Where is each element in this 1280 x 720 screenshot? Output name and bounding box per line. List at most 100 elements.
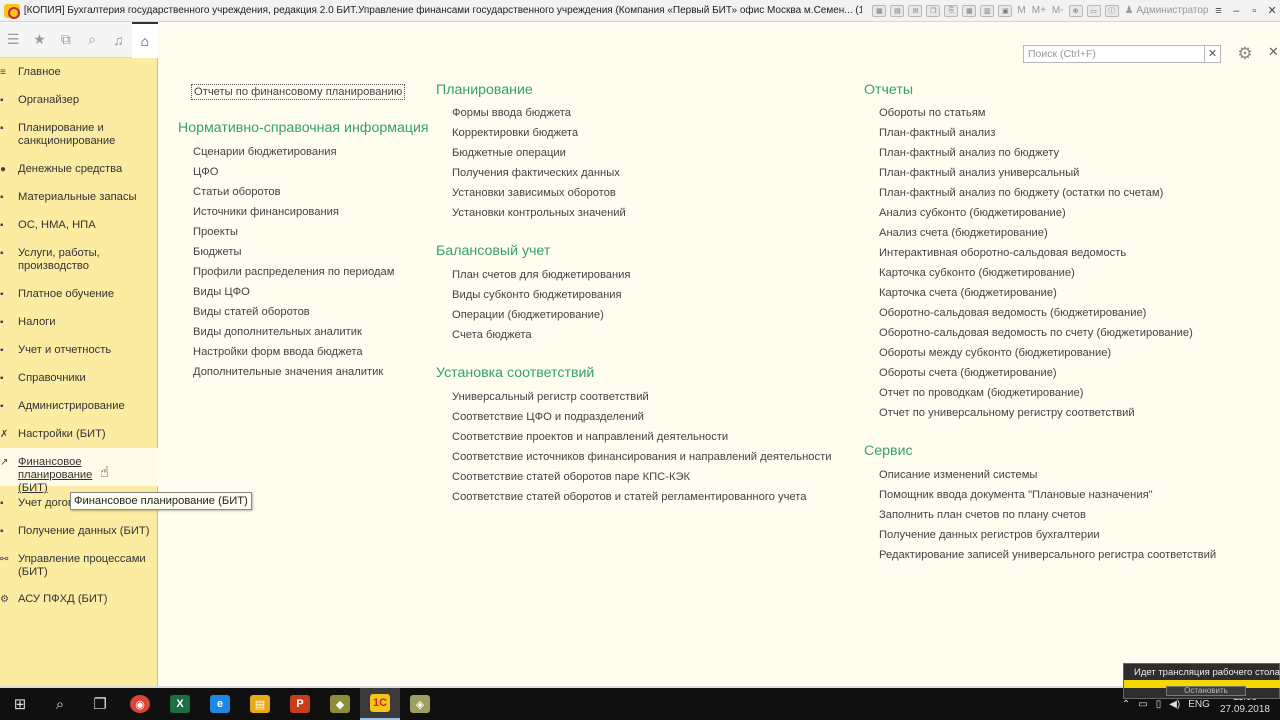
sidebar-item-data-retrieval[interactable]: ▪ Получение данных (БИТ) [0, 525, 157, 538]
service-link[interactable]: Помощник ввода документа "Плановые назна… [879, 489, 1153, 501]
report-link[interactable]: План-фактный анализ по бюджету (остатки … [879, 187, 1163, 199]
mapping-link[interactable]: Соответствие проектов и направлений деят… [452, 431, 728, 443]
app-1c-icon[interactable]: 1С [360, 688, 400, 720]
battery-icon[interactable]: ▯ [1156, 699, 1162, 710]
copy-icon[interactable]: ❐ [926, 4, 941, 17]
service-link[interactable]: Заполнить план счетов по плану счетов [879, 509, 1086, 521]
service-link[interactable]: Редактирование записей универсального ре… [879, 549, 1216, 561]
service-link[interactable]: Описание изменений системы [879, 469, 1037, 481]
app-1c-config-icon[interactable]: ◆ [320, 688, 360, 720]
balance-link[interactable]: Операции (бюджетирование) [452, 309, 604, 321]
menu-icon[interactable]: ≡ [1210, 4, 1226, 18]
sections-menu-icon[interactable]: ☰ [0, 22, 26, 58]
planning-link[interactable]: Получения фактических данных [452, 167, 620, 179]
nsi-link[interactable]: Настройки форм ввода бюджета [193, 346, 363, 358]
nsi-link[interactable]: Бюджеты [193, 246, 242, 258]
report-link[interactable]: Обороты по статьям [879, 107, 985, 119]
sidebar-item-financial-planning[interactable]: ↗ Финансовое планирование (БИТ) [0, 448, 158, 494]
sidebar-item-administration[interactable]: ▪ Администрирование [0, 400, 157, 413]
mapping-link[interactable]: Соответствие ЦФО и подразделений [452, 411, 644, 423]
search-taskbar-icon[interactable]: ⌕ [40, 688, 80, 720]
report-link[interactable]: Оборотно-сальдовая ведомость по счету (б… [879, 327, 1193, 339]
planning-link[interactable]: Установки контрольных значений [452, 207, 626, 219]
sidebar-item-materials[interactable]: ▪ Материальные запасы [0, 191, 157, 204]
nsi-link[interactable]: Дополнительные значения аналитик [193, 366, 383, 378]
sidebar-item-cash[interactable]: ● Денежные средства [0, 163, 157, 176]
sidebar-item-process-management[interactable]: ⚯ Управление процессами (БИТ) [0, 553, 157, 579]
favorites-icon[interactable]: ★ [26, 22, 52, 58]
sidebar-item-planning[interactable]: ▪ Планирование и санкционирование [0, 122, 157, 148]
sidebar-item-taxes[interactable]: ▪ Налоги [0, 316, 157, 329]
memory-button[interactable]: M [1016, 5, 1026, 17]
report-link[interactable]: Отчет по универсальному регистру соответ… [879, 407, 1135, 419]
user-name[interactable]: ♟ Администратор [1125, 5, 1209, 16]
app-1c-designer-icon[interactable]: ◈ [400, 688, 440, 720]
language-indicator[interactable]: ENG [1188, 699, 1210, 710]
report-link[interactable]: Отчет по проводкам (бюджетирование) [879, 387, 1083, 399]
search-input[interactable]: Поиск (Ctrl+F) [1023, 45, 1205, 63]
planning-link[interactable]: Установки зависимых оборотов [452, 187, 616, 199]
link-finplan-reports[interactable]: Отчеты по финансовому планированию [191, 84, 406, 100]
chrome-icon[interactable]: ◉ [120, 688, 160, 720]
maximize-icon[interactable]: ▫ [1246, 4, 1262, 18]
home-icon[interactable]: ⌂ [131, 21, 158, 58]
clear-search-icon[interactable]: ✕ [1204, 45, 1221, 63]
report-link[interactable]: Обороты счета (бюджетирование) [879, 367, 1057, 379]
chevron-up-icon[interactable]: ⌃ [1122, 699, 1130, 710]
sidebar-item-settings-bit[interactable]: ✗ Настройки (БИТ) [0, 428, 157, 441]
network-icon[interactable]: ▭ [1138, 699, 1147, 710]
memory-minus-button[interactable]: M- [1051, 5, 1065, 17]
report-link[interactable]: Обороты между субконто (бюджетирование) [879, 347, 1111, 359]
nsi-link[interactable]: Виды статей оборотов [193, 306, 310, 318]
info-icon[interactable]: ⓘ [1104, 4, 1119, 17]
planning-link[interactable]: Бюджетные операции [452, 147, 566, 159]
print-icon[interactable]: ▤ [890, 4, 905, 17]
minimize-icon[interactable]: – [1228, 4, 1244, 18]
report-link[interactable]: Анализ счета (бюджетирование) [879, 227, 1048, 239]
balance-link[interactable]: Счета бюджета [452, 329, 532, 341]
excel-icon[interactable]: X [160, 688, 200, 720]
close-window-icon[interactable]: ✕ [1264, 4, 1280, 18]
mail-icon[interactable]: ✉ [908, 4, 923, 17]
memory-plus-button[interactable]: M+ [1031, 5, 1047, 17]
report-link[interactable]: Анализ субконто (бюджетирование) [879, 207, 1066, 219]
balance-link[interactable]: План счетов для бюджетирования [452, 269, 630, 281]
sidebar-item-main[interactable]: ≡ Главное [0, 66, 157, 79]
nsi-link[interactable]: Виды дополнительных аналитик [193, 326, 362, 338]
gear-icon[interactable]: ⚙ [1233, 44, 1257, 64]
broadcast-stop-button[interactable]: Остановить [1166, 686, 1246, 696]
sidebar-item-organizer[interactable]: ▪ Органайзер [0, 94, 157, 107]
compose-icon[interactable]: ▭ [1086, 4, 1101, 17]
nsi-link[interactable]: ЦФО [193, 166, 218, 178]
mapping-link[interactable]: Соответствие источников финансирования и… [452, 451, 832, 463]
sidebar-item-accounting[interactable]: ▪ Учет и отчетность [0, 344, 157, 357]
history-icon[interactable]: ⧉ [53, 22, 79, 58]
report-link[interactable]: План-фактный анализ универсальный [879, 167, 1079, 179]
notifications-icon[interactable]: ♫ [105, 22, 131, 58]
zoom-icon[interactable]: ⊕ [1068, 4, 1083, 17]
search-icon[interactable]: ⌕ [79, 22, 105, 58]
report-link[interactable]: Оборотно-сальдовая ведомость (бюджетиров… [879, 307, 1146, 319]
calendar-icon[interactable]: ▦ [962, 4, 977, 17]
mapping-link[interactable]: Соответствие статей оборотов и статей ре… [452, 491, 807, 503]
volume-icon[interactable]: ◀) [1169, 699, 1180, 710]
task-view-icon[interactable]: ❐ [80, 688, 120, 720]
windows-start-icon[interactable]: ⊞ [0, 688, 40, 720]
nsi-link[interactable]: Профили распределения по периодам [193, 266, 394, 278]
link-icon[interactable]: ⎘ [944, 4, 959, 17]
report-link[interactable]: Карточка счета (бюджетирование) [879, 287, 1057, 299]
ie-icon[interactable]: e [200, 688, 240, 720]
report-link[interactable]: Интерактивная оборотно-сальдовая ведомос… [879, 247, 1126, 259]
file-manager-icon[interactable]: ▤ [240, 688, 280, 720]
sidebar-item-asu-pfhd[interactable]: ⚙ АСУ ПФХД (БИТ) [0, 593, 157, 606]
nsi-link[interactable]: Сценарии бюджетирования [193, 146, 337, 158]
sidebar-item-fixed-assets[interactable]: ▪ ОС, НМА, НПА [0, 219, 157, 232]
save-icon[interactable]: ▦ [872, 4, 887, 17]
calc-icon[interactable]: ▣ [998, 4, 1013, 17]
mapping-link[interactable]: Соответствие статей оборотов паре КПС-КЭ… [452, 471, 690, 483]
nsi-link[interactable]: Виды ЦФО [193, 286, 250, 298]
service-link[interactable]: Получение данных регистров бухгалтерии [879, 529, 1100, 541]
nsi-link[interactable]: Источники финансирования [193, 206, 339, 218]
close-icon[interactable]: ✕ [1268, 44, 1280, 64]
planning-link[interactable]: Корректировки бюджета [452, 127, 578, 139]
